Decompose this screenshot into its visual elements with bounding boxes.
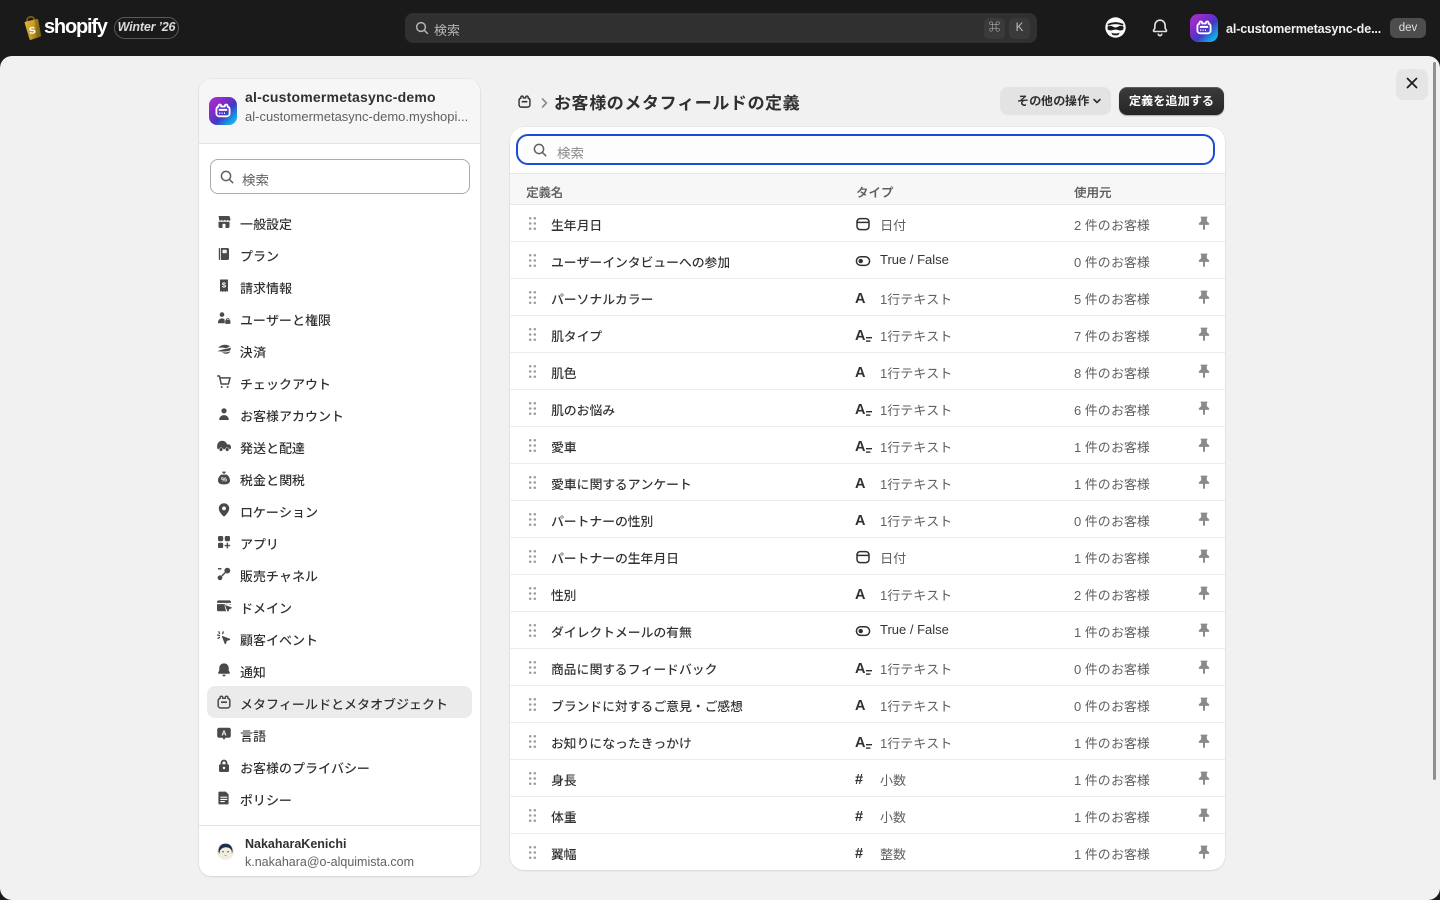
svg-text:%: %	[221, 476, 227, 483]
svg-text:A: A	[221, 730, 226, 737]
